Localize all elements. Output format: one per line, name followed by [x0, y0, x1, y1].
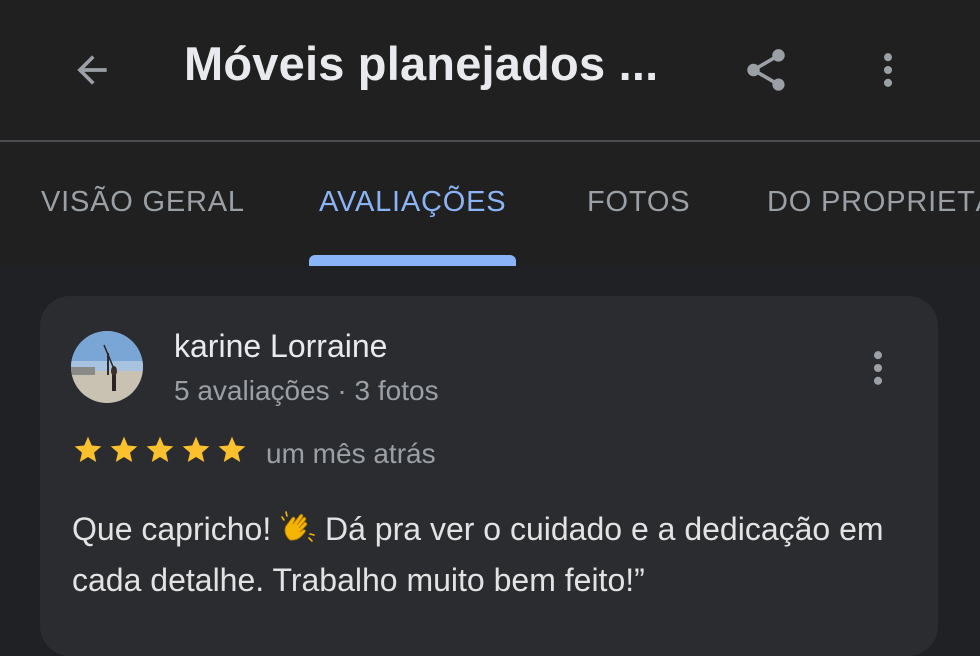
page-title: Móveis planejados ...: [184, 37, 659, 90]
star-icon: [110, 436, 138, 462]
avatar-photo-icon: [71, 331, 143, 403]
review-date: um mês atrás: [266, 438, 436, 469]
tab-overview[interactable]: VISÃO GERAL: [41, 186, 245, 219]
more-vert-icon: [873, 351, 883, 385]
review-options-button[interactable]: [846, 336, 910, 400]
tab-bar: VISÃO GERAL AVALIAÇÕES FOTOS DO PROPRIET…: [0, 142, 980, 266]
tab-photos[interactable]: FOTOS: [587, 186, 690, 219]
star-icon: [218, 436, 246, 462]
clapping-hands-icon: [281, 511, 315, 542]
reviewer-meta: 5 avaliações · 3 fotos: [174, 375, 439, 406]
share-icon: [747, 49, 785, 91]
review-text: Que capricho! Dá pra ver o cuidado e a d…: [72, 504, 922, 606]
active-tab-indicator: [309, 255, 516, 266]
review-text-part-1: Que capricho!: [72, 511, 281, 547]
star-icon: [146, 436, 174, 462]
star-icon: [74, 436, 102, 462]
tab-reviews[interactable]: AVALIAÇÕES: [319, 186, 506, 219]
tab-from-owner[interactable]: DO PROPRIETÁRIO: [767, 186, 980, 219]
back-button[interactable]: [56, 38, 128, 102]
more-options-button[interactable]: [852, 38, 924, 102]
share-button[interactable]: [730, 38, 802, 102]
app-bar: Móveis planejados ...: [0, 0, 980, 140]
more-vert-icon: [883, 53, 893, 87]
star-rating: [72, 434, 248, 470]
avatar[interactable]: [71, 331, 143, 403]
reviewer-name[interactable]: karine Lorraine: [174, 328, 387, 365]
arrow-back-icon: [77, 55, 107, 85]
star-icon: [182, 436, 210, 462]
